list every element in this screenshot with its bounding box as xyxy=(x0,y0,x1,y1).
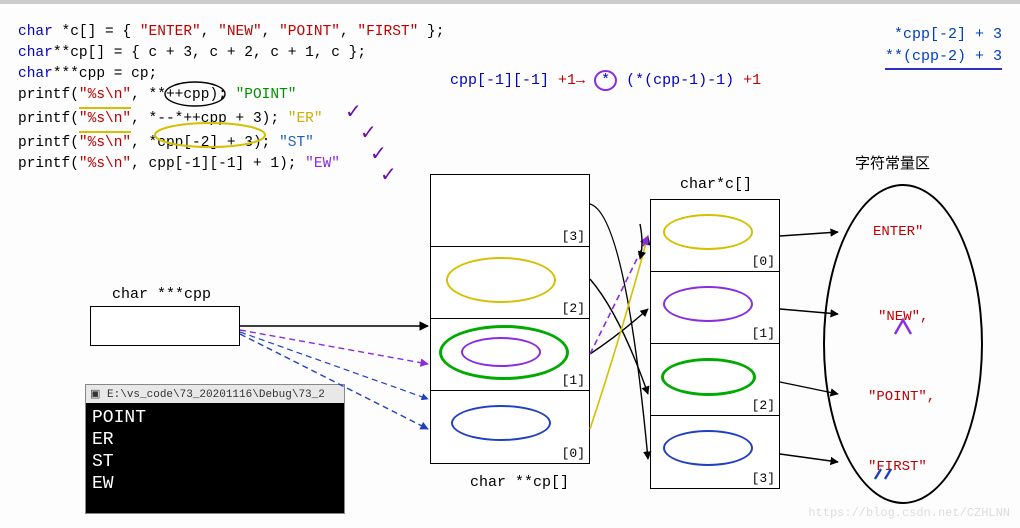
const-point: "POINT", xyxy=(868,389,935,405)
console-line: EW xyxy=(92,473,338,495)
cp-cell-1: [1] xyxy=(431,319,589,391)
console-body: POINT ER ST EW xyxy=(86,403,344,513)
equivalence-notes: *cpp[-2] + 3 **(cpp-2) + 3 xyxy=(885,24,1002,70)
label-cpp: char ***cpp xyxy=(112,286,211,303)
keyword-char: char xyxy=(18,24,53,40)
code-line-5: printf("%s\n", *--*++cpp + 3); "ER" xyxy=(18,109,444,133)
string-constant-area: ENTER" "NEW", "POINT", "FIRST" xyxy=(823,164,993,514)
cp-cell-3: [3] xyxy=(431,175,589,247)
console-title: ▣ E:\vs_code\73_20201116\Debug\73_2 xyxy=(86,385,344,403)
c-cell-2: [2] xyxy=(651,344,779,416)
code-line-2: char**cp[] = { c + 3, c + 2, c + 1, c }; xyxy=(18,43,444,64)
const-enter: ENTER" xyxy=(873,224,923,240)
c-array: [0] [1] [2] [3] xyxy=(650,199,780,489)
highlight-ellipse-blue xyxy=(451,405,551,441)
note-expr-2: **(cpp-2) + 3 xyxy=(885,46,1002,70)
cp-cell-2: [2] xyxy=(431,247,589,319)
label-cp-array: char **cp[] xyxy=(470,474,569,491)
highlight-ellipse-yellow xyxy=(663,214,753,250)
highlight-ellipse-purple xyxy=(461,337,541,367)
highlight-ellipse-green xyxy=(661,358,756,396)
console-line: POINT xyxy=(92,407,338,429)
highlight-ellipse-blue xyxy=(663,430,753,466)
label-c-array: char*c[] xyxy=(680,176,752,193)
center-expression: cpp[-1][-1] +1→ * (*(cpp-1)-1) +1 xyxy=(450,72,761,89)
c-cell-1: [1] xyxy=(651,272,779,344)
cp-array: [3] [2] [1] [0] xyxy=(430,174,590,464)
console-window: ▣ E:\vs_code\73_20201116\Debug\73_2 POIN… xyxy=(85,384,345,514)
code-line-3: char***cpp = cp; xyxy=(18,64,444,85)
note-expr-1: *cpp[-2] + 3 xyxy=(885,24,1002,46)
console-line: ER xyxy=(92,429,338,451)
const-new: "NEW", xyxy=(878,309,928,325)
cpp-box xyxy=(90,306,240,346)
console-icon: ▣ xyxy=(90,389,100,401)
const-first: "FIRST" xyxy=(868,459,927,475)
console-line: ST xyxy=(92,451,338,473)
highlight-ellipse-yellow xyxy=(446,257,556,303)
c-cell-0: [0] xyxy=(651,200,779,272)
code-line-1: char *c[] = { "ENTER", "NEW", "POINT", "… xyxy=(18,22,444,43)
checkmark-icon: ✓ xyxy=(380,162,397,188)
c-cell-3: [3] xyxy=(651,416,779,488)
code-line-4: printf("%s\n", **++cpp); "POINT" xyxy=(18,85,444,109)
cp-cell-0: [0] xyxy=(431,391,589,463)
highlight-ellipse-purple xyxy=(663,286,753,322)
watermark: https://blog.csdn.net/CZHLNN xyxy=(808,506,1010,520)
